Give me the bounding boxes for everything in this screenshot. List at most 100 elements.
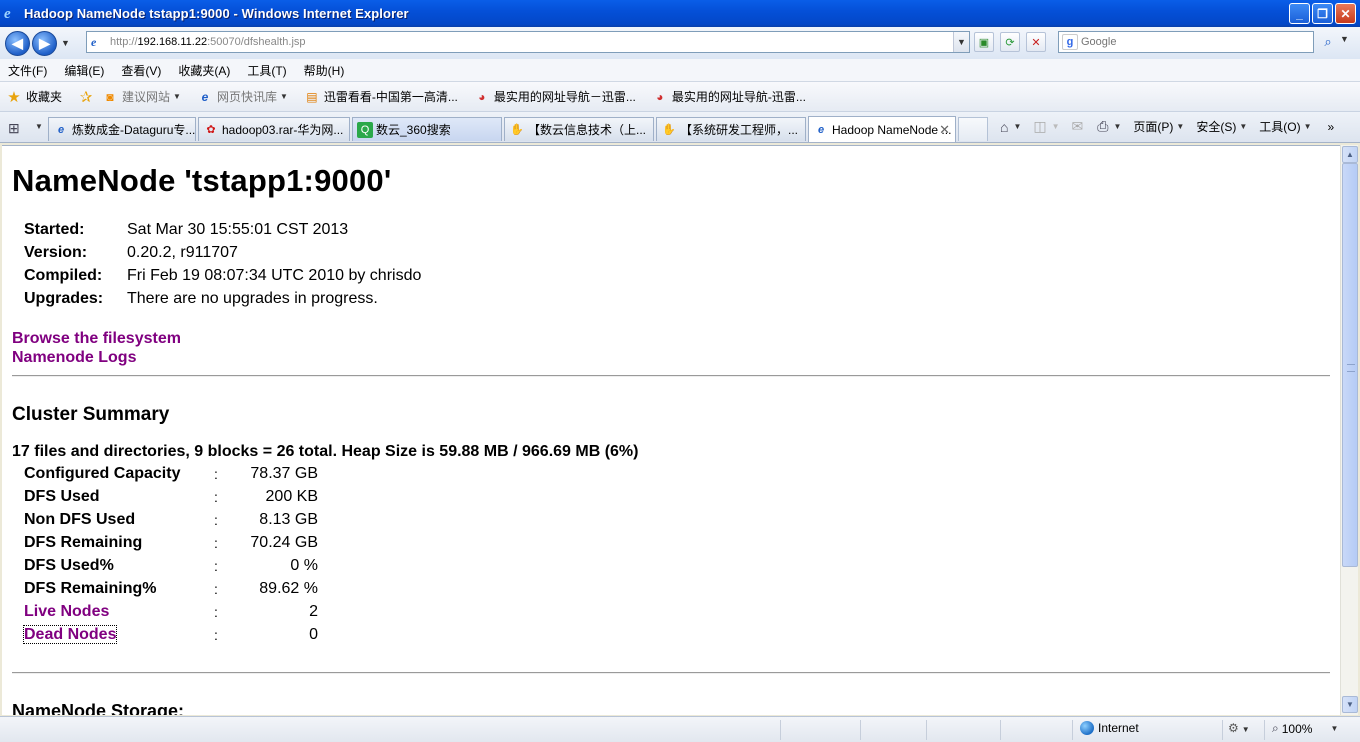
tools-menu-label: 工具(O) bbox=[1259, 120, 1301, 134]
address-dropdown-icon[interactable]: ▼ bbox=[953, 32, 969, 52]
scroll-down-button[interactable]: ▼ bbox=[1342, 696, 1358, 713]
status-divider bbox=[860, 720, 861, 740]
url-text[interactable]: http://192.168.11.22:50070/dfshealth.jsp bbox=[110, 36, 306, 48]
scrollbar-thumb[interactable] bbox=[1342, 163, 1358, 567]
tab-list-dropdown-icon[interactable]: ▼ bbox=[35, 122, 43, 131]
dead-nodes-link[interactable]: Dead Nodes bbox=[22, 624, 118, 644]
xunlei-icon: ▤ bbox=[306, 89, 318, 104]
info-row: Version: 0.20.2, r911707 bbox=[24, 241, 421, 264]
window-title-bar: e Hadoop NameNode tstapp1:9000 - Windows… bbox=[0, 0, 1360, 27]
search-input[interactable] bbox=[1081, 36, 1301, 48]
zoom-control[interactable]: ⌕ 100% ▼ bbox=[1272, 721, 1338, 736]
forward-button[interactable]: ▶ bbox=[32, 30, 57, 56]
favorite-item-suggested-sites[interactable]: ◙ 建议网站 ▼ bbox=[102, 88, 181, 105]
protected-mode-button[interactable]: ⚙ ▼ bbox=[1228, 721, 1250, 735]
print-button[interactable]: ⎙ ▼ bbox=[1097, 118, 1121, 135]
tab-engineer[interactable]: ✋ 【系统研发工程师，... bbox=[656, 117, 806, 141]
search-icon[interactable]: ⌕ bbox=[1318, 32, 1338, 52]
stat-key: DFS Used bbox=[24, 487, 100, 505]
stat-row: DFS Used : 200 KB bbox=[24, 485, 318, 508]
navigation-icon: ◕ bbox=[478, 89, 486, 104]
chevron-down-icon: ▼ bbox=[173, 92, 181, 101]
zone-label: Internet bbox=[1098, 721, 1139, 735]
url-host: 192.168.11.22 bbox=[137, 36, 208, 48]
favorite-item-navigation-1[interactable]: ◕ 最实用的网址导航－迅雷... bbox=[474, 88, 636, 105]
ie-page-icon: e bbox=[817, 123, 825, 136]
stat-key: DFS Used% bbox=[24, 556, 114, 574]
stat-key: Configured Capacity bbox=[24, 464, 181, 482]
security-zone[interactable]: Internet bbox=[1080, 721, 1139, 735]
stat-value: 2 bbox=[309, 602, 318, 620]
search-box[interactable]: g bbox=[1058, 31, 1314, 53]
new-tab-button[interactable] bbox=[958, 117, 988, 141]
stat-row: Configured Capacity : 78.37 GB bbox=[24, 462, 318, 485]
stat-row: DFS Used% : 0 % bbox=[24, 554, 318, 577]
chevron-down-icon: ▼ bbox=[1241, 725, 1250, 734]
add-to-favorites-bar-button[interactable]: ✰ bbox=[78, 89, 98, 106]
address-bar[interactable]: e http://192.168.11.22:50070/dfshealth.j… bbox=[86, 31, 970, 53]
quick-tabs-icon[interactable]: ⊞ bbox=[8, 120, 32, 138]
scroll-up-button[interactable]: ▲ bbox=[1342, 146, 1358, 163]
info-key: Version: bbox=[24, 243, 88, 261]
page-links: Browse the filesystem Namenode Logs bbox=[12, 329, 181, 367]
safety-menu-button[interactable]: 安全(S) ▼ bbox=[1196, 118, 1247, 135]
read-mail-button[interactable]: ✉ bbox=[1072, 118, 1086, 135]
menu-favorites[interactable]: 收藏夹(A) bbox=[178, 62, 230, 79]
window-title: Hadoop NameNode tstapp1:9000 - Windows I… bbox=[24, 6, 409, 21]
menu-edit[interactable]: 编辑(E) bbox=[64, 62, 104, 79]
close-tab-icon[interactable]: ✕ bbox=[939, 122, 950, 138]
stat-value: 78.37 GB bbox=[250, 464, 318, 482]
favorite-label: 迅雷看看-中国第一高清... bbox=[323, 90, 458, 104]
favorite-item-xunlei[interactable]: ▤ 迅雷看看-中国第一高清... bbox=[304, 88, 458, 105]
close-button[interactable]: ✕ bbox=[1335, 3, 1356, 24]
tools-menu-button[interactable]: 工具(O) ▼ bbox=[1259, 118, 1311, 135]
page-menu-label: 页面(P) bbox=[1133, 120, 1174, 134]
chevron-down-icon: ▼ bbox=[1051, 122, 1060, 131]
stat-value: 0 % bbox=[290, 556, 318, 574]
huawei-icon: ✿ bbox=[206, 124, 216, 136]
info-value: Fri Feb 19 08:07:34 UTC 2010 by chrisdo bbox=[127, 266, 422, 284]
stop-icon[interactable]: ✕ bbox=[1026, 32, 1046, 52]
more-commands-button[interactable]: » bbox=[1328, 120, 1335, 134]
menu-tools[interactable]: 工具(T) bbox=[247, 62, 286, 79]
menu-view[interactable]: 查看(V) bbox=[121, 62, 161, 79]
recent-pages-dropdown-icon[interactable]: ▼ bbox=[61, 38, 70, 48]
zoom-level: 100% bbox=[1281, 721, 1313, 736]
info-key: Started: bbox=[24, 220, 85, 238]
menu-help[interactable]: 帮助(H) bbox=[304, 62, 345, 79]
page-title: NameNode 'tstapp1:9000' bbox=[12, 163, 392, 198]
favorites-button[interactable]: ★ 收藏夹 bbox=[6, 88, 63, 106]
stat-row: Non DFS Used : 8.13 GB bbox=[24, 508, 318, 531]
minimize-button[interactable]: _ bbox=[1289, 3, 1310, 24]
stat-row: Live Nodes : 2 bbox=[24, 600, 318, 623]
namenode-logs-link[interactable]: Namenode Logs bbox=[12, 349, 136, 366]
compatibility-view-icon[interactable]: ▣ bbox=[974, 32, 994, 52]
cluster-summary-line: 17 files and directories, 9 blocks = 26 … bbox=[12, 443, 639, 460]
chevron-down-icon: ▼ bbox=[1239, 122, 1248, 131]
stat-separator: : bbox=[214, 465, 218, 482]
browse-filesystem-link[interactable]: Browse the filesystem bbox=[12, 330, 181, 347]
tab-shuyun[interactable]: ✋ 【数云信息技术（上... bbox=[504, 117, 654, 141]
tab-hadoop-namenode[interactable]: e Hadoop NameNode ... ✕ bbox=[808, 116, 956, 142]
page-menu-button[interactable]: 页面(P) ▼ bbox=[1133, 118, 1184, 135]
refresh-icon[interactable]: ⟳ bbox=[1000, 32, 1020, 52]
vertical-scrollbar[interactable]: ▲ ▼ bbox=[1340, 145, 1358, 715]
favorite-item-navigation-2[interactable]: ◕ 最实用的网址导航-迅雷... bbox=[652, 88, 806, 105]
info-row: Upgrades: There are no upgrades in progr… bbox=[24, 287, 421, 310]
restore-button[interactable]: ❐ bbox=[1312, 3, 1333, 24]
divider bbox=[12, 375, 1330, 377]
stat-row: DFS Remaining : 70.24 GB bbox=[24, 531, 318, 554]
favorites-label: 收藏夹 bbox=[26, 90, 63, 104]
tab-360-search[interactable]: Q 数云_360搜索 bbox=[352, 117, 502, 141]
search-options-dropdown-icon[interactable]: ▼ bbox=[1340, 34, 1349, 44]
back-button[interactable]: ◀ bbox=[5, 30, 30, 56]
tab-huawei[interactable]: ✿ hadoop03.rar-华为网... bbox=[198, 117, 350, 141]
menu-file[interactable]: 文件(F) bbox=[8, 62, 47, 79]
stat-separator: : bbox=[214, 557, 218, 574]
tab-dataguru[interactable]: e 炼数成金-Dataguru专... bbox=[48, 117, 196, 141]
favorite-item-web-slice[interactable]: e 网页快讯库 ▼ bbox=[197, 88, 288, 105]
home-button[interactable]: ⌂ ▼ bbox=[1000, 119, 1021, 135]
chevron-down-icon: ▼ bbox=[1113, 122, 1122, 131]
live-nodes-link[interactable]: Live Nodes bbox=[24, 603, 204, 621]
feeds-button[interactable]: ◫ ▼ bbox=[1033, 118, 1059, 135]
